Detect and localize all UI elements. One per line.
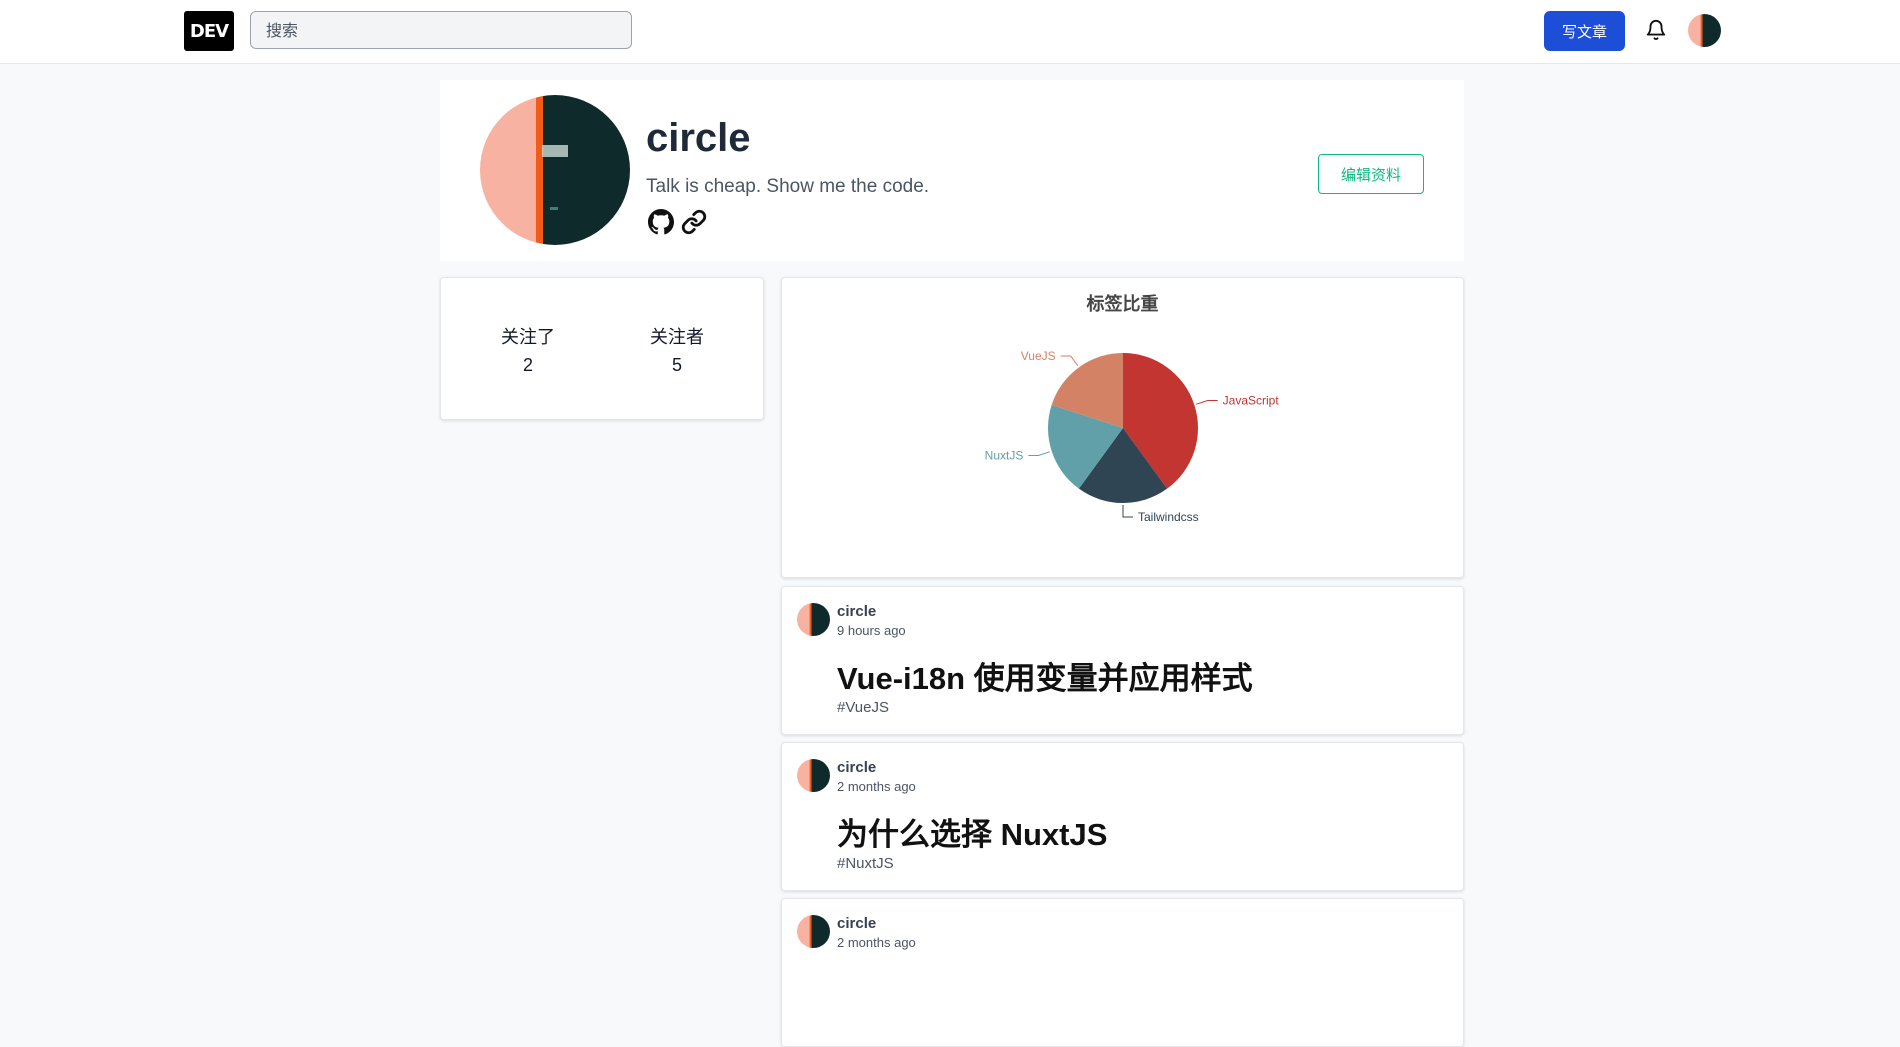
article-title[interactable]: 为什么选择 NuxtJS: [837, 809, 1107, 854]
dev-logo[interactable]: DEV: [184, 11, 234, 51]
follow-stats-card: 关注了 2 关注者 5: [440, 277, 764, 420]
article-tag[interactable]: #NuxtJS: [837, 855, 894, 872]
social-links: [647, 208, 707, 235]
profile-avatar: [480, 95, 630, 245]
pie-label: NuxtJS: [985, 449, 1024, 463]
following-label: 关注了: [501, 327, 555, 347]
article-time: 2 months ago: [837, 779, 916, 794]
following-stat[interactable]: 关注了 2: [488, 323, 568, 376]
pie-leader-line: [1196, 399, 1218, 405]
github-icon[interactable]: [647, 208, 674, 235]
article-card[interactable]: circle 2 months ago: [781, 898, 1464, 1047]
pie-leader-line: [1060, 355, 1079, 366]
user-avatar[interactable]: [1688, 14, 1721, 47]
tag-pie-chart: JavaScript Tailwindcss NuxtJS VueJS: [985, 349, 1280, 524]
pie-label: JavaScript: [1223, 393, 1280, 407]
profile-name: circle: [646, 116, 751, 160]
article-card[interactable]: circle 9 hours ago Vue-i18n 使用变量并应用样式 #V…: [781, 586, 1464, 735]
article-title[interactable]: Vue-i18n 使用变量并应用样式: [837, 653, 1253, 698]
article-author-avatar[interactable]: [797, 603, 830, 636]
pie-label: Tailwindcss: [1138, 510, 1199, 524]
bell-icon[interactable]: [1642, 16, 1670, 44]
article-author[interactable]: circle: [837, 915, 876, 932]
followers-stat[interactable]: 关注者 5: [637, 323, 717, 376]
link-icon[interactable]: [680, 208, 707, 235]
article-author-avatar[interactable]: [797, 915, 830, 948]
article-time: 2 months ago: [837, 935, 916, 950]
search-input[interactable]: [250, 11, 632, 49]
edit-profile-button[interactable]: 编辑资料: [1318, 154, 1424, 194]
pie-leader-line: [1122, 505, 1133, 518]
tag-ratio-chart-card: 标签比重 JavaScript Tailwindcss NuxtJS VueJS: [781, 277, 1464, 578]
following-count: 2: [522, 355, 533, 375]
top-navbar: DEV 写文章: [0, 0, 1900, 64]
followers-label: 关注者: [650, 327, 704, 347]
article-author[interactable]: circle: [837, 603, 876, 620]
pie-leader-line: [1028, 451, 1050, 457]
write-article-button[interactable]: 写文章: [1544, 11, 1625, 51]
followers-count: 5: [671, 355, 682, 375]
article-tag[interactable]: #VueJS: [837, 699, 889, 716]
article-card[interactable]: circle 2 months ago 为什么选择 NuxtJS #NuxtJS: [781, 742, 1464, 891]
profile-bio: Talk is cheap. Show me the code.: [646, 176, 930, 197]
article-time: 9 hours ago: [837, 623, 906, 638]
article-author-avatar[interactable]: [797, 759, 830, 792]
pie-label: VueJS: [1021, 349, 1056, 363]
article-author[interactable]: circle: [837, 759, 876, 776]
profile-header: [440, 80, 1464, 261]
